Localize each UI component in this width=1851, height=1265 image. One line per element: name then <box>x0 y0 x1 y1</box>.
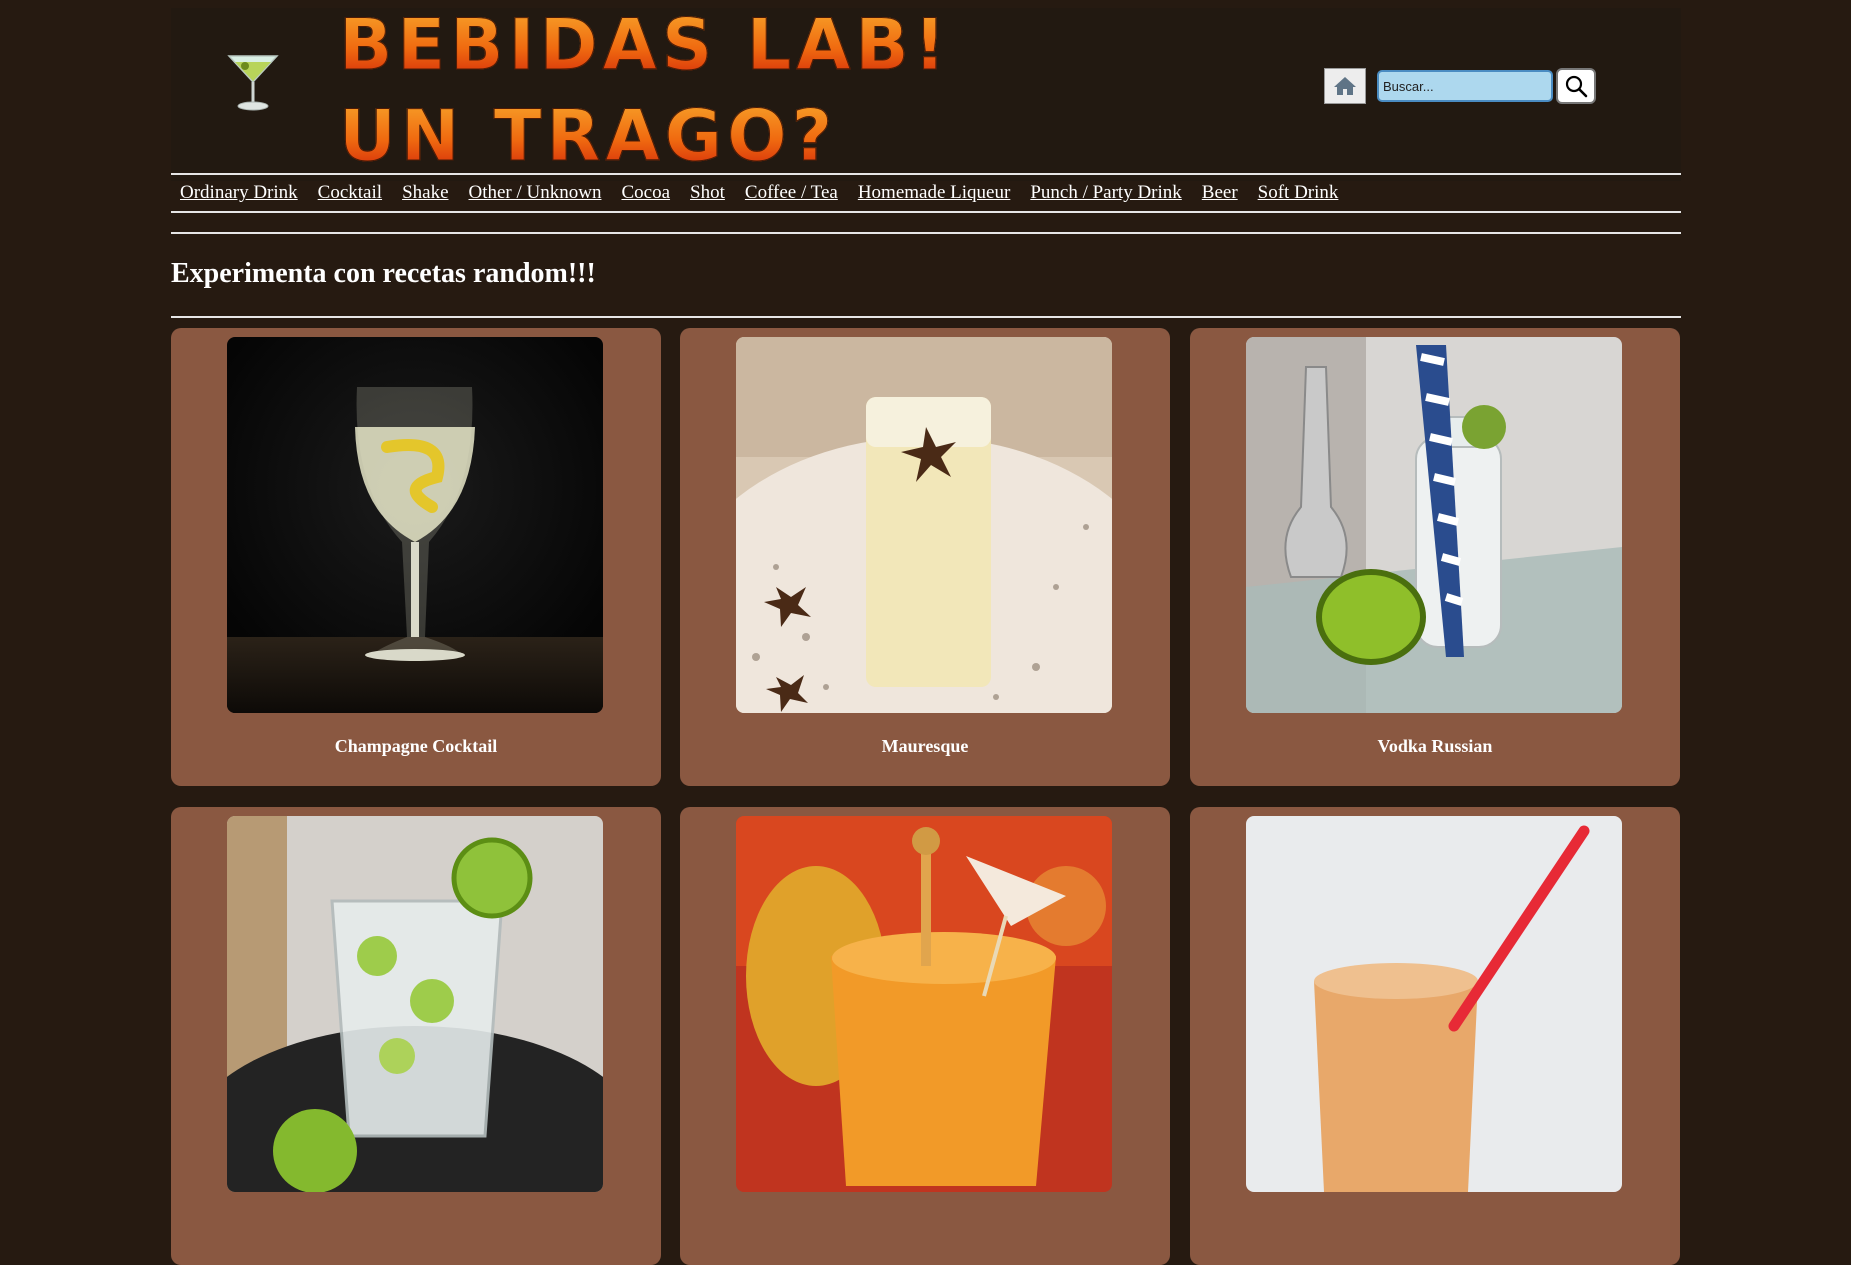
search-button[interactable] <box>1556 68 1596 104</box>
drink-name: Vodka Russian <box>1377 736 1493 756</box>
drink-name: Mauresque <box>881 736 969 756</box>
nav-coffee-tea[interactable]: Coffee / Tea <box>745 182 838 204</box>
page: BEBIDAS LAB! UN TRAGO? Ordinary Drink Co… <box>171 0 1681 1265</box>
drink-image <box>1246 337 1622 713</box>
site-title-line1: BEBIDAS LAB! <box>339 4 951 86</box>
category-nav: Ordinary Drink Cocktail Shake Other / Un… <box>171 173 1681 213</box>
martini-icon <box>227 55 279 111</box>
drink-card[interactable] <box>680 807 1170 1265</box>
home-button[interactable] <box>1324 68 1366 104</box>
drink-image <box>227 337 603 713</box>
nav-soft-drink[interactable]: Soft Drink <box>1258 182 1339 204</box>
drink-card[interactable]: Mauresque <box>680 328 1170 786</box>
nav-shake[interactable]: Shake <box>402 182 448 204</box>
drink-image <box>1246 816 1622 1192</box>
nav-homemade-liqueur[interactable]: Homemade Liqueur <box>858 182 1010 204</box>
nav-cocktail[interactable]: Cocktail <box>318 182 382 204</box>
magnifier-icon <box>1565 75 1588 98</box>
drink-image <box>736 337 1112 713</box>
section-heading: Experimenta con recetas random!!! <box>171 258 596 289</box>
drink-image <box>227 816 603 1192</box>
drink-image <box>736 816 1112 1192</box>
drink-card[interactable] <box>1190 807 1680 1265</box>
site-title-line2: UN TRAGO? <box>338 95 838 177</box>
nav-shot[interactable]: Shot <box>690 182 725 204</box>
divider <box>171 232 1681 234</box>
nav-punch-party-drink[interactable]: Punch / Party Drink <box>1030 182 1181 204</box>
home-icon <box>1334 77 1356 95</box>
divider <box>171 316 1681 318</box>
drink-card[interactable]: Champagne Cocktail <box>171 328 661 786</box>
nav-beer[interactable]: Beer <box>1202 182 1238 204</box>
drink-name: Champagne Cocktail <box>334 736 498 756</box>
drink-card[interactable]: Vodka Russian <box>1190 328 1680 786</box>
drink-card[interactable] <box>171 807 661 1265</box>
search-input[interactable] <box>1377 70 1553 102</box>
nav-other-unknown[interactable]: Other / Unknown <box>469 182 602 204</box>
site-header: BEBIDAS LAB! UN TRAGO? <box>171 8 1681 181</box>
nav-cocoa[interactable]: Cocoa <box>621 182 670 204</box>
nav-ordinary-drink[interactable]: Ordinary Drink <box>180 182 298 204</box>
